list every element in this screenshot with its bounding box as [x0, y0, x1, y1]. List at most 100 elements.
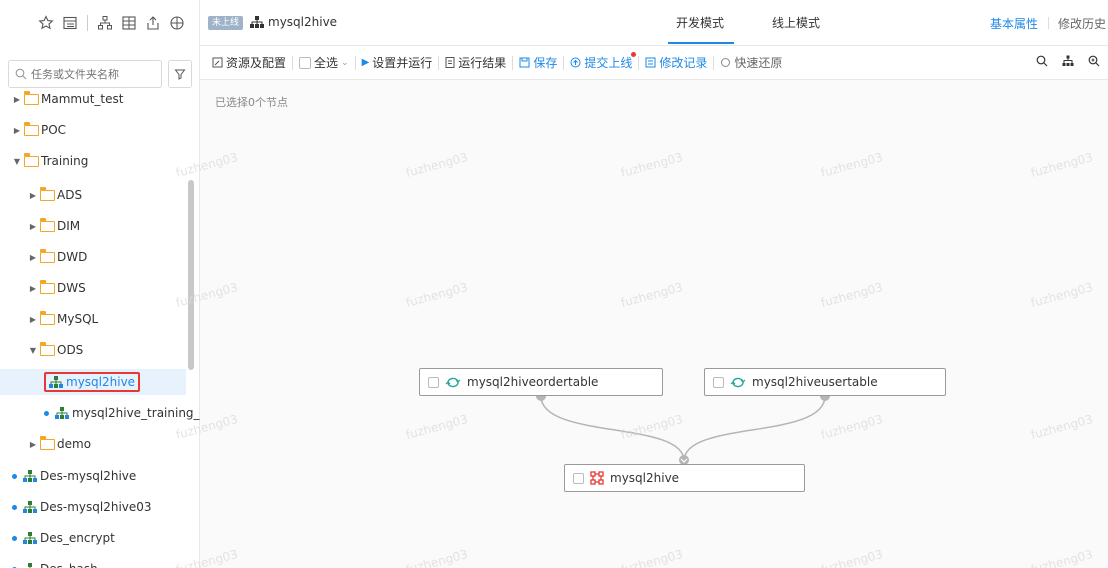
tree-folder[interactable]: ▶ MySQL: [0, 306, 98, 332]
caret-right-icon[interactable]: ▶: [28, 440, 38, 449]
app-root: ▶ Mammut_test ▶ POC ▼ Training ▶ ADS ▶ DIM ▶ DWD ▶ DW…: [0, 0, 1108, 568]
caret-right-icon[interactable]: ▶: [28, 253, 38, 262]
caret-right-icon[interactable]: ▶: [28, 191, 38, 200]
status-dot: [12, 535, 17, 541]
caret-right-icon[interactable]: ▶: [12, 126, 22, 135]
tree-workflow[interactable]: Des_encrypt: [0, 525, 115, 551]
edge-user-to-target: [683, 395, 826, 462]
tree-folder[interactable]: ▶ DWD: [0, 244, 87, 270]
caret-right-icon[interactable]: ▶: [28, 315, 38, 324]
tree-workflow[interactable]: mysql2hive: [0, 369, 186, 395]
tree-workflow[interactable]: Des-mysql2hive03: [0, 494, 152, 520]
tree-icon[interactable]: [96, 14, 114, 32]
tree-item-label: POC: [41, 123, 67, 137]
save-icon: [519, 57, 530, 68]
node-mysql2hiveusertable[interactable]: mysql2hiveusertable: [704, 368, 946, 396]
tree-folder[interactable]: ▶ ADS: [0, 182, 82, 208]
tree-workflow[interactable]: Des_hash: [0, 556, 98, 568]
filter-button[interactable]: [168, 60, 192, 88]
filter-icon: [174, 69, 186, 80]
resources-label: 资源及配置: [226, 56, 287, 70]
tree-folder[interactable]: ▶ DIM: [0, 213, 80, 239]
search-field[interactable]: [8, 60, 162, 88]
node-label: mysql2hiveordertable: [467, 375, 599, 389]
run-result-button[interactable]: 运行结果: [439, 54, 512, 71]
tree-item-label: DWD: [57, 250, 88, 264]
zoom-in-icon[interactable]: [1088, 55, 1100, 67]
selected-highlight: mysql2hive: [44, 372, 141, 392]
tree-item-label: mysql2hive_training_: [72, 406, 200, 420]
modify-log-button[interactable]: 修改记录: [639, 54, 713, 71]
basic-properties-link[interactable]: 基本属性: [990, 15, 1038, 32]
tree-item-label: demo: [57, 437, 92, 451]
tree-folder[interactable]: ▶ DWS: [0, 275, 86, 301]
tree-item-label: Des-mysql2hive03: [40, 500, 152, 514]
list-icon[interactable]: [61, 14, 79, 32]
resources-button[interactable]: 资源及配置: [206, 54, 292, 71]
sidebar-scrollbar[interactable]: [188, 180, 194, 370]
tree-item-label: Des_encrypt: [40, 531, 115, 545]
layout-icon[interactable]: [1062, 55, 1074, 67]
folder-icon: [39, 217, 55, 232]
workflow-icon: [23, 532, 37, 544]
caret-down-icon[interactable]: ▼: [28, 346, 38, 355]
tree-folder[interactable]: ▶ demo: [0, 431, 91, 457]
tree-item-label: MySQL: [57, 312, 99, 326]
tab-online-mode[interactable]: 线上模式: [772, 14, 820, 31]
play-icon: ▶: [361, 57, 370, 68]
star-icon[interactable]: [37, 14, 55, 32]
node-mysql2hiveordertable[interactable]: mysql2hiveordertable: [419, 368, 663, 396]
compass-icon[interactable]: [168, 14, 186, 32]
select-all-checkbox[interactable]: [299, 56, 312, 69]
tree-folder[interactable]: ▼ Training: [0, 148, 88, 174]
tree-folder[interactable]: ▶ Mammut_test: [0, 86, 123, 112]
select-all-dropdown[interactable]: 全选 ⌄: [293, 54, 355, 71]
save-button[interactable]: 保存: [513, 54, 563, 71]
set-run-button[interactable]: ▶ 设置并运行: [356, 54, 439, 71]
caret-right-icon[interactable]: ▶: [28, 284, 38, 293]
tree-folder[interactable]: ▶ POC: [0, 117, 66, 143]
notification-dot: [631, 52, 637, 57]
tree-workflow[interactable]: Des-mysql2hive: [0, 463, 136, 489]
top-bar: 未上线 mysql2hive 开发模式 线上模式 基本属性 修改历史: [200, 0, 1108, 46]
workflow-icon: [250, 16, 264, 28]
tree-folder[interactable]: ▼ ODS: [0, 337, 83, 363]
grid-icon[interactable]: [120, 14, 138, 32]
search-input[interactable]: [31, 67, 161, 81]
tree-item-label: Mammut_test: [41, 92, 124, 106]
tree-item-label: Training: [41, 154, 89, 168]
tree-workflow[interactable]: mysql2hive_training_: [0, 400, 200, 426]
tree-item-label: mysql2hive: [66, 375, 136, 389]
folder-icon: [39, 310, 55, 325]
caret-right-icon[interactable]: ▶: [12, 95, 22, 104]
edges-layer: [536, 391, 830, 465]
quick-restore-label: 快速还原: [734, 56, 783, 70]
caret-right-icon[interactable]: ▶: [28, 222, 38, 231]
workflow-icon: [49, 376, 63, 388]
active-tab-indicator: [668, 42, 734, 44]
caret-down-icon[interactable]: ▼: [12, 157, 22, 166]
folder-icon: [39, 186, 55, 201]
search-icon: [15, 68, 27, 80]
node-checkbox[interactable]: [428, 376, 439, 388]
quick-restore-button[interactable]: 快速还原: [714, 54, 788, 71]
divider: [1048, 17, 1049, 29]
submit-online-button[interactable]: 提交上线: [564, 52, 638, 71]
node-label: mysql2hive: [610, 471, 680, 485]
node-checkbox[interactable]: [573, 472, 584, 484]
toolbar: 资源及配置 全选 ⌄ ▶ 设置并运行 运行结果 保存 提交上线 修改记录 快速还…: [200, 46, 1108, 80]
set-run-label: 设置并运行: [372, 56, 433, 70]
export-icon[interactable]: [144, 14, 162, 32]
tree-item-label: Des-mysql2hive: [40, 469, 137, 483]
search-icon[interactable]: [1036, 55, 1048, 67]
restore-icon: [721, 58, 731, 67]
folder-icon: [39, 435, 55, 450]
status-badge: 未上线: [208, 16, 244, 30]
node-checkbox[interactable]: [713, 376, 724, 388]
tree-item-label: Des_hash: [40, 562, 98, 568]
modify-history-link[interactable]: 修改历史: [1058, 15, 1106, 32]
folder-icon: [23, 90, 39, 105]
workflow-canvas[interactable]: 已选择0个节点 mysql2hiveordertable mysql2hiveu…: [174, 80, 1108, 568]
tab-dev-mode[interactable]: 开发模式: [676, 14, 724, 31]
node-mysql2hive[interactable]: mysql2hive: [564, 464, 805, 492]
